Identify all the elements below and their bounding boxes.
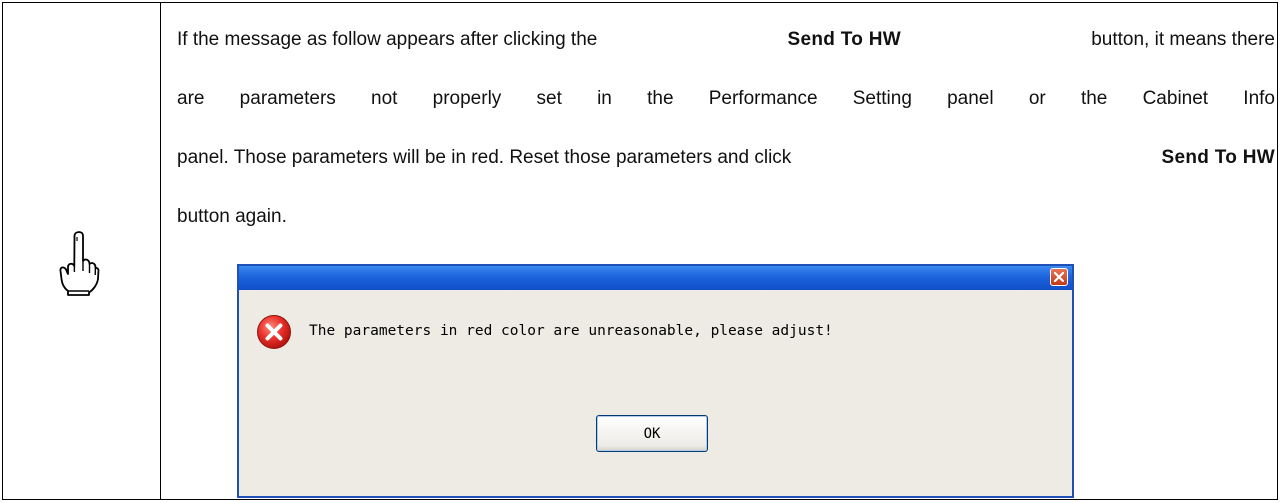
- send-to-hw-label: Send To HW: [787, 29, 902, 50]
- line2-text: are parameters not properly set in the P…: [177, 88, 1275, 109]
- close-icon: [1054, 272, 1064, 282]
- send-to-hw-label-2: Send To HW: [1161, 147, 1275, 168]
- text-cell: If the message as follow appears after c…: [161, 3, 1277, 499]
- line3-text-start: panel. Those parameters will be in red. …: [177, 147, 792, 168]
- icon-cell: [3, 3, 161, 499]
- dialog-message: The parameters in red color are unreason…: [309, 323, 833, 339]
- paragraph-line-4: button again.: [177, 202, 1275, 261]
- paragraph-line-2: are parameters not properly set in the P…: [177, 84, 1275, 143]
- paragraph-line-1: If the message as follow appears after c…: [177, 25, 1275, 84]
- line4-text: button again.: [177, 206, 287, 227]
- dialog-titlebar: [239, 266, 1072, 290]
- error-icon: [257, 315, 291, 349]
- line1-text-start: If the message as follow appears after c…: [177, 29, 598, 50]
- note-table: If the message as follow appears after c…: [2, 2, 1278, 500]
- ok-button[interactable]: OK: [596, 415, 708, 452]
- note-paragraph: If the message as follow appears after c…: [177, 25, 1275, 261]
- line1-text-end: button, it means there: [1091, 29, 1275, 50]
- error-dialog: The parameters in red color are unreason…: [237, 264, 1074, 498]
- paragraph-line-3: panel. Those parameters will be in red. …: [177, 143, 1275, 202]
- pointing-hand-icon: [59, 231, 100, 296]
- close-button[interactable]: [1050, 268, 1068, 286]
